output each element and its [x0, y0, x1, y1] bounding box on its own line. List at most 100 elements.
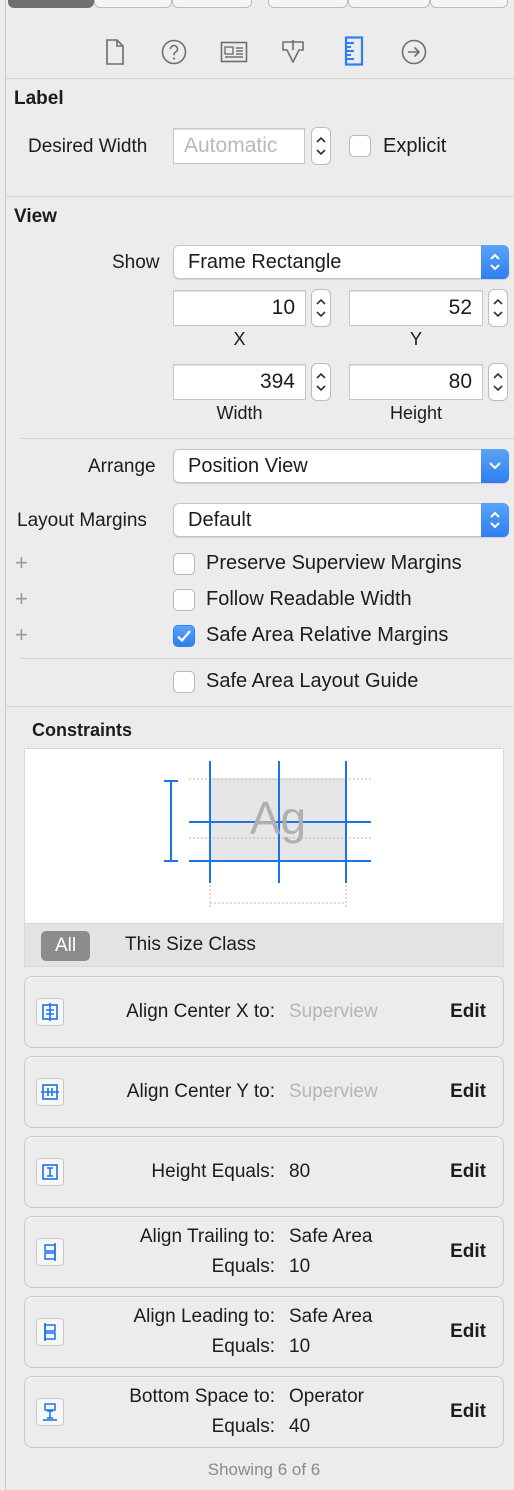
constraint-key: Equals:: [211, 1336, 275, 1357]
align-center-x-icon: [36, 998, 64, 1026]
safe-area-layout-guide-checkbox[interactable]: [173, 671, 195, 693]
desired-width-stepper[interactable]: [311, 127, 331, 165]
constraint-row[interactable]: Align Center Y to: Superview Edit: [24, 1056, 504, 1128]
segment-all[interactable]: All: [41, 931, 91, 961]
layout-margins-popup[interactable]: Default: [173, 503, 509, 537]
bottom-space-icon: [36, 1398, 64, 1426]
section-divider: [20, 438, 514, 439]
tab-segment[interactable]: [268, 0, 348, 8]
show-popup-value: Frame Rectangle: [188, 251, 342, 273]
y-field[interactable]: 52: [349, 290, 483, 326]
follow-readable-width-checkbox[interactable]: [173, 589, 195, 611]
height-field[interactable]: 80: [349, 364, 483, 400]
help-icon[interactable]: [160, 38, 188, 66]
constraint-value: Superview: [289, 1001, 378, 1022]
desired-width-label: Desired Width: [28, 136, 148, 157]
x-field[interactable]: 10: [173, 290, 306, 326]
file-icon[interactable]: [101, 38, 129, 66]
segment-this-size-class[interactable]: This Size Class: [111, 930, 270, 960]
arrange-label: Arrange: [88, 456, 156, 477]
add-size-class-plus-icon[interactable]: +: [15, 624, 28, 646]
edit-button[interactable]: Edit: [450, 1161, 486, 1183]
layout-margins-popup-value: Default: [188, 509, 252, 531]
size-ruler-icon[interactable]: [340, 36, 368, 66]
section-title-constraints: Constraints: [32, 720, 133, 740]
align-center-y-icon: [36, 1078, 64, 1106]
show-popup[interactable]: Frame Rectangle: [173, 245, 509, 279]
edit-button[interactable]: Edit: [450, 1081, 486, 1103]
popup-updown-icon: [481, 245, 509, 279]
height-stepper[interactable]: [488, 363, 508, 401]
constraint-value: Safe Area: [289, 1306, 373, 1327]
constraints-diagram: Ag: [24, 748, 504, 924]
constraint-key: Equals:: [211, 1256, 275, 1277]
safe-area-relative-margins-checkbox[interactable]: [173, 625, 195, 647]
align-trailing-icon: [36, 1238, 64, 1266]
safe-area-relative-margins-label: Safe Area Relative Margins: [206, 624, 449, 646]
desired-width-field[interactable]: Automatic: [173, 128, 305, 164]
height-caption: Height: [389, 403, 443, 423]
constraint-row[interactable]: Align Leading to: Safe Area Equals: 10 E…: [24, 1296, 504, 1368]
section-title-label: Label: [14, 88, 64, 109]
constraint-key: Bottom Space to:: [129, 1386, 275, 1407]
tab-segment[interactable]: [430, 0, 508, 8]
width-stepper[interactable]: [311, 363, 331, 401]
constraint-row[interactable]: Align Trailing to: Safe Area Equals: 10 …: [24, 1216, 504, 1288]
panel-left-border: [5, 0, 6, 1490]
section-divider: [20, 658, 514, 659]
y-caption: Y: [409, 329, 422, 349]
tab-segment[interactable]: [94, 0, 172, 8]
edit-button[interactable]: Edit: [450, 1321, 486, 1343]
follow-readable-width-label: Follow Readable Width: [206, 588, 412, 610]
constraint-key: Equals:: [211, 1416, 275, 1437]
add-size-class-plus-icon[interactable]: +: [15, 588, 28, 610]
arrange-popup[interactable]: Position View: [173, 449, 509, 483]
edit-button[interactable]: Edit: [450, 1001, 486, 1023]
align-leading-icon: [36, 1318, 64, 1346]
constraint-key: Align Center X to:: [126, 1001, 275, 1022]
x-stepper[interactable]: [311, 289, 331, 327]
constraint-key: Align Trailing to:: [139, 1226, 275, 1247]
size-class-segmented-control: All This Size Class: [24, 924, 504, 967]
constraint-key: Height Equals:: [151, 1161, 275, 1182]
constraint-value: Operator: [289, 1386, 364, 1407]
preserve-superview-margins-label: Preserve Superview Margins: [206, 552, 462, 574]
explicit-label: Explicit: [383, 135, 447, 157]
show-label: Show: [112, 252, 160, 273]
constraint-row[interactable]: Bottom Space to: Operator Equals: 40 Edi…: [24, 1376, 504, 1448]
constraint-value: 10: [289, 1256, 311, 1277]
constraint-value: 80: [289, 1161, 311, 1182]
identity-icon[interactable]: [220, 38, 248, 66]
constraint-row[interactable]: Height Equals: 80 Edit: [24, 1136, 504, 1208]
popup-chevron-down-icon: [481, 449, 509, 483]
layout-margins-label: Layout Margins: [17, 510, 147, 531]
section-title-view: View: [14, 206, 57, 227]
constraint-value: Superview: [289, 1081, 378, 1102]
constraint-row[interactable]: Align Center X to: Superview Edit: [24, 976, 504, 1048]
checkmark-icon: [177, 630, 191, 643]
tab-segment[interactable]: [172, 0, 252, 8]
tab-segment[interactable]: [348, 0, 430, 8]
connections-arrow-icon[interactable]: [400, 38, 428, 66]
constraints-preview-text: Ag: [249, 792, 307, 844]
edit-button[interactable]: Edit: [450, 1241, 486, 1263]
arrange-popup-value: Position View: [188, 455, 308, 477]
add-size-class-plus-icon[interactable]: +: [15, 552, 28, 574]
x-caption: X: [233, 329, 246, 349]
attributes-icon[interactable]: [279, 38, 307, 66]
width-field[interactable]: 394: [173, 364, 306, 400]
y-stepper[interactable]: [488, 289, 508, 327]
safe-area-layout-guide-label: Safe Area Layout Guide: [206, 670, 419, 692]
preserve-superview-margins-checkbox[interactable]: [173, 553, 195, 575]
popup-updown-icon: [481, 503, 509, 537]
height-icon: [36, 1158, 64, 1186]
constraint-key: Align Center Y to:: [126, 1081, 275, 1102]
toolbar-divider: [6, 78, 514, 79]
showing-count: Showing 6 of 6: [207, 1460, 321, 1479]
section-divider: [6, 196, 514, 197]
edit-button[interactable]: Edit: [450, 1401, 486, 1423]
explicit-checkbox[interactable]: [349, 135, 371, 157]
constraint-value: 10: [289, 1336, 311, 1357]
width-caption: Width: [216, 403, 263, 423]
tab-segment-selected[interactable]: [8, 0, 94, 8]
